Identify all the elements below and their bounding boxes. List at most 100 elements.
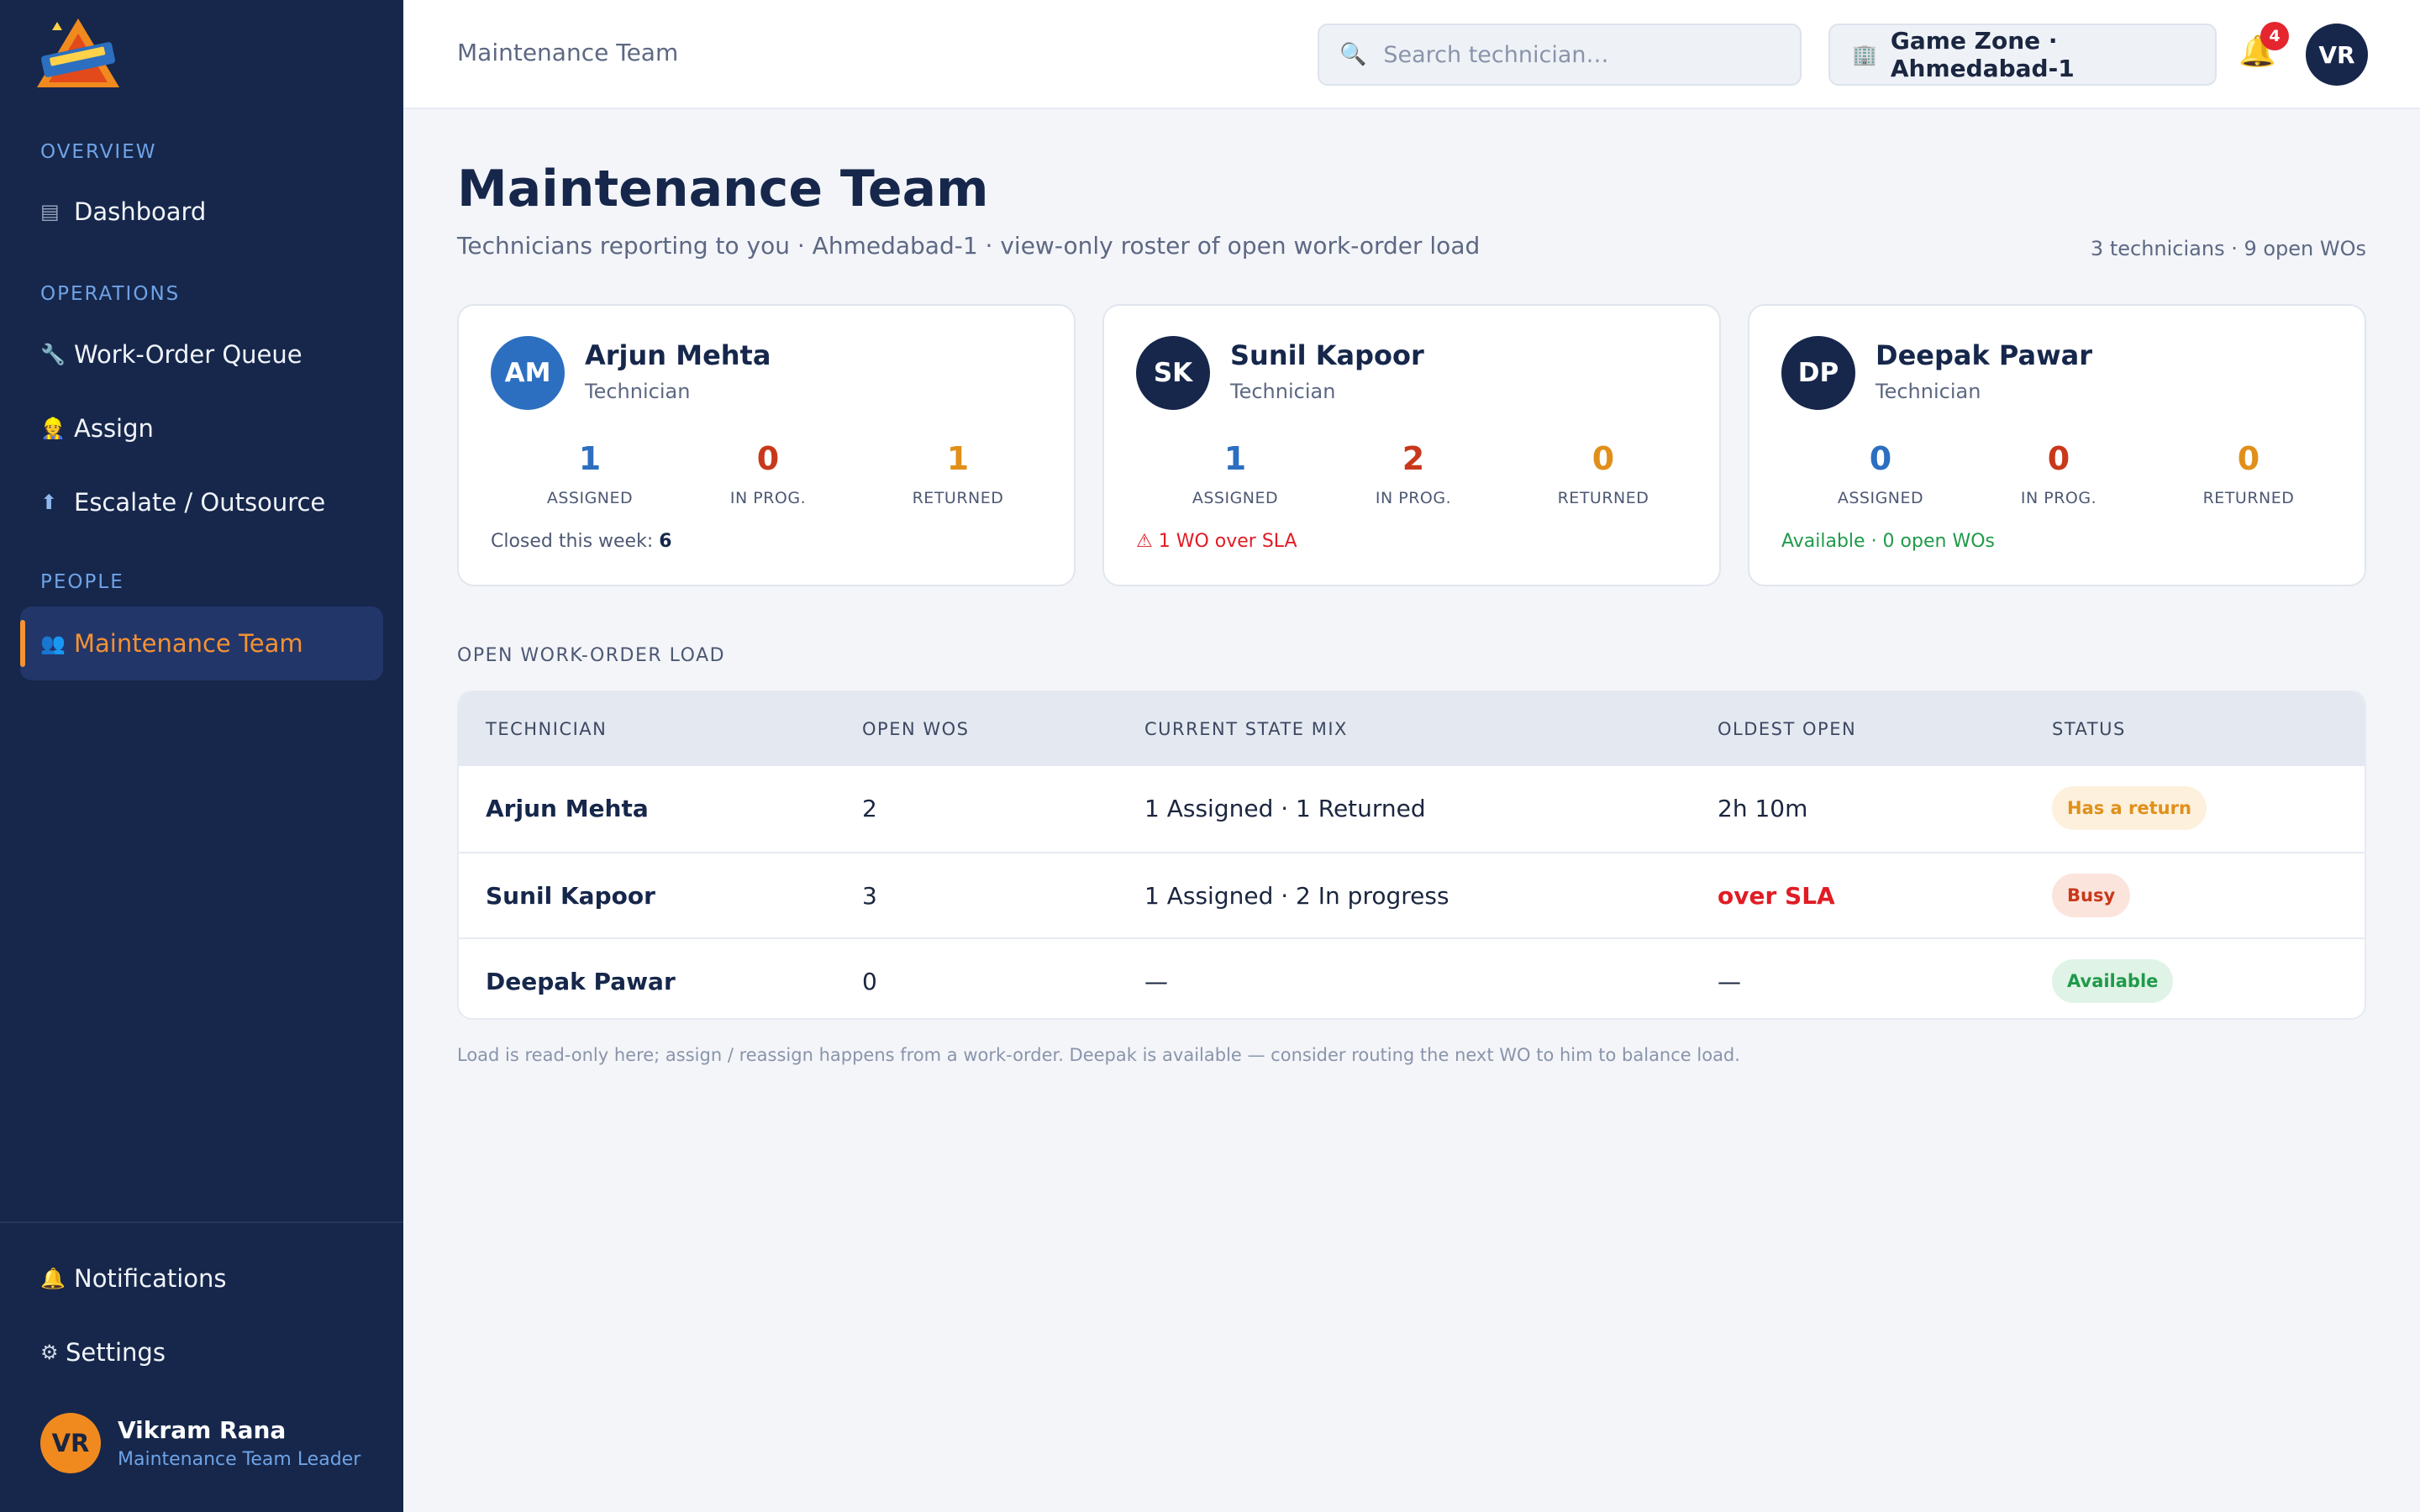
availability-note: Available · 0 open WOs [1781, 531, 1995, 552]
workload-table: TECHNICIAN OPEN WOS CURRENT STATE MIX OL… [457, 690, 2366, 1020]
sidebar-item-work-order-queue[interactable]: 🔧 Work-Order Queue [20, 318, 383, 391]
search-box[interactable]: 🔍 [1318, 24, 1802, 86]
sidebar-item-label: Notifications [74, 1264, 227, 1293]
building-icon: 🏢 [1852, 43, 1877, 66]
stat-returned: 1 RETURNED [865, 440, 1050, 507]
stat-label: RETURNED [912, 489, 1004, 507]
wrench-icon: 🔧 [40, 343, 66, 366]
stat-label: ASSIGNED [1837, 489, 1924, 507]
card-note: Closed this week: 6 [491, 531, 672, 552]
column-header-status: STATUS [2052, 719, 2126, 739]
stat-in-progress: 0 IN PROG. [1966, 440, 2151, 507]
technician-card: SK Sunil Kapoor Technician 1 ASSIGNED 2 … [1102, 304, 1721, 586]
cell-technician: Arjun Mehta [486, 795, 649, 822]
table-row[interactable]: Deepak Pawar 0 — — Available [459, 937, 2365, 1018]
sidebar-item-escalate[interactable]: ⬆ Escalate / Outsource [20, 465, 383, 539]
cell-open-wos: 2 [862, 795, 877, 822]
cell-state-mix: 1 Assigned · 1 Returned [1144, 795, 1426, 822]
search-input[interactable] [1383, 41, 1787, 68]
sla-warning: ⚠ 1 WO over SLA [1136, 531, 1297, 552]
sidebar-item-assign[interactable]: 👷 Assign [20, 391, 383, 465]
site-selector[interactable]: 🏢 Game Zone · Ahmedabad-1 [1828, 24, 2217, 86]
topbar: Maintenance Team 🔍 🏢 Game Zone · Ahmedab… [403, 0, 2420, 109]
stat-label: IN PROG. [1375, 489, 1452, 507]
stat-value: 0 [2047, 440, 2070, 477]
stat-in-progress: 0 IN PROG. [676, 440, 860, 507]
sidebar-item-label: Escalate / Outsource [74, 488, 326, 517]
stat-value: 1 [1223, 440, 1247, 477]
stat-assigned: 0 ASSIGNED [1788, 440, 1973, 507]
page-subtitle: Technicians reporting to you · Ahmedabad… [457, 232, 1481, 260]
stat-value: 0 [1591, 440, 1615, 477]
stat-label: RETURNED [1557, 489, 1649, 507]
cell-state-mix: 1 Assigned · 2 In progress [1144, 882, 1449, 910]
sidebar-item-label: Dashboard [74, 197, 207, 226]
sidebar-divider [0, 1221, 403, 1223]
cell-open-wos: 0 [862, 968, 877, 995]
cell-technician: Deepak Pawar [486, 968, 676, 995]
technician-role: Technician [1876, 380, 1981, 403]
table-row[interactable]: Sunil Kapoor 3 1 Assigned · 2 In progres… [459, 852, 2365, 937]
table-footnote: Load is read-only here; assign / reassig… [457, 1045, 1740, 1065]
worker-icon: 👷 [40, 417, 66, 440]
team-summary: 3 technicians · 9 open WOs [2090, 237, 2366, 260]
avatar: SK [1136, 336, 1210, 410]
sidebar-item-label: Settings [66, 1338, 166, 1367]
stat-in-progress: 2 IN PROG. [1321, 440, 1506, 507]
current-user[interactable]: VR Vikram Rana Maintenance Team Leader [40, 1413, 360, 1473]
nav-section-operations: OPERATIONS [40, 283, 181, 305]
sidebar: OVERVIEW ▤ Dashboard OPERATIONS 🔧 Work-O… [0, 0, 403, 1512]
stat-assigned: 1 ASSIGNED [497, 440, 682, 507]
column-header-open-wos: OPEN WOS [862, 719, 970, 739]
stat-label: IN PROG. [729, 489, 807, 507]
cell-oldest-open: over SLA [1718, 882, 1835, 910]
table-row[interactable]: Arjun Mehta 2 1 Assigned · 1 Returned 2h… [459, 766, 2365, 852]
sidebar-item-notifications[interactable]: 🔔 Notifications [20, 1242, 383, 1315]
stat-value: 0 [756, 440, 780, 477]
technician-card: AM Arjun Mehta Technician 1 ASSIGNED 0 I… [457, 304, 1076, 586]
stat-value: 0 [1869, 440, 1892, 477]
avatar: VR [40, 1413, 101, 1473]
avatar: DP [1781, 336, 1855, 410]
stat-value: 0 [2237, 440, 2260, 477]
avatar: AM [491, 336, 565, 410]
stat-assigned: 1 ASSIGNED [1143, 440, 1328, 507]
sidebar-item-settings[interactable]: ⚙ Settings [20, 1315, 383, 1389]
cell-technician: Sunil Kapoor [486, 882, 655, 910]
app-logo[interactable] [32, 15, 124, 92]
user-name: Vikram Rana [118, 1416, 287, 1444]
dashboard-icon: ▤ [40, 200, 60, 223]
gear-icon: ⚙ [40, 1341, 59, 1364]
cell-state-mix: — [1144, 968, 1168, 995]
technician-role: Technician [1230, 380, 1336, 403]
note-label: Closed this week: [491, 531, 660, 552]
cell-oldest-open: — [1718, 968, 1741, 995]
technician-role: Technician [585, 380, 691, 403]
up-arrow-icon: ⬆ [40, 491, 58, 514]
cell-open-wos: 3 [862, 882, 877, 910]
breadcrumb: Maintenance Team [457, 39, 679, 66]
stat-returned: 0 RETURNED [1511, 440, 1696, 507]
stat-value: 2 [1402, 440, 1425, 477]
bell-icon: 🔔 [40, 1267, 66, 1290]
cell-oldest-open: 2h 10m [1718, 795, 1808, 822]
stat-label: ASSIGNED [546, 489, 634, 507]
status-badge: Has a return [2052, 786, 2207, 830]
status-badge: Available [2052, 959, 2174, 1003]
sidebar-item-label: Maintenance Team [74, 629, 303, 658]
column-header-state-mix: CURRENT STATE MIX [1144, 719, 1348, 739]
status-badge: Busy [2052, 874, 2131, 917]
sidebar-item-label: Assign [74, 414, 154, 443]
user-role: Maintenance Team Leader [118, 1449, 361, 1470]
sidebar-item-dashboard[interactable]: ▤ Dashboard [20, 175, 383, 249]
nav-section-overview: OVERVIEW [40, 141, 157, 163]
stat-value: 1 [578, 440, 602, 477]
sidebar-item-maintenance-team[interactable]: 👥 Maintenance Team [20, 606, 383, 680]
technician-card: DP Deepak Pawar Technician 0 ASSIGNED 0 … [1748, 304, 2366, 586]
avatar[interactable]: VR [2306, 24, 2368, 86]
stat-label: ASSIGNED [1192, 489, 1279, 507]
sidebar-item-label: Work-Order Queue [74, 340, 302, 369]
technician-name: Deepak Pawar [1876, 339, 2093, 371]
column-header-oldest-open: OLDEST OPEN [1718, 719, 1857, 739]
notification-count-badge: 4 [2260, 22, 2289, 50]
